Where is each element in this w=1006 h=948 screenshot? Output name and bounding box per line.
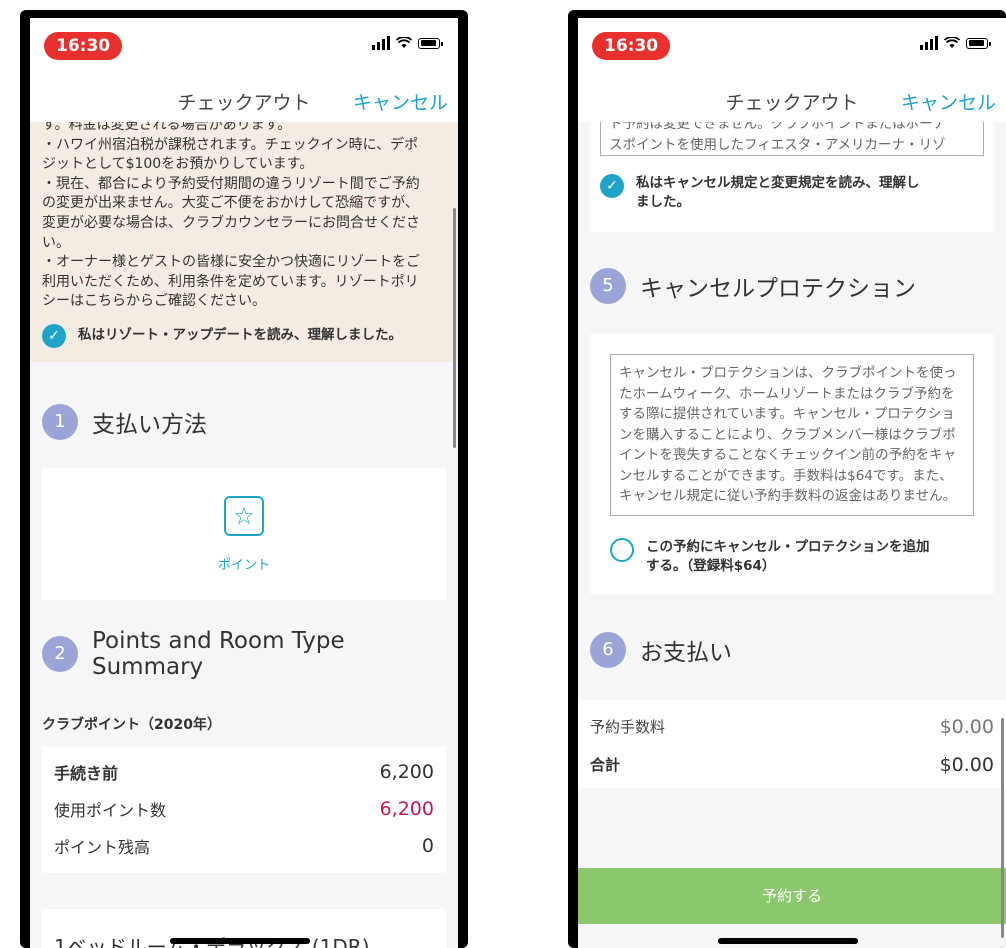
home-indicator[interactable]	[170, 938, 310, 944]
screen-left: 16:30 チェックアウト キャンセル す。料金は変更される場合があります。 ・…	[30, 18, 458, 948]
protect-line: ンセルすることができます。手数料は$64です。また、	[619, 467, 953, 484]
points-summary-card: 手続き前 6,200 使用ポイント数 6,200 ポイント残高 0	[42, 745, 446, 873]
empty-checkbox-icon	[610, 537, 634, 562]
row-value: 6,200	[379, 761, 434, 784]
nav-bar: チェックアウト キャンセル	[578, 78, 1006, 122]
cancellation-ack-label: ました。	[636, 194, 690, 210]
step-number: 5	[590, 268, 626, 304]
notice-line: ジットとして$100をお預かりしています。	[42, 156, 314, 173]
signal-icon	[372, 36, 390, 50]
step-number: 1	[42, 403, 78, 440]
status-icons	[920, 36, 991, 50]
notice-line: シーはこちらからご確認ください。	[42, 293, 266, 310]
status-bar: 16:30	[578, 18, 1006, 78]
cancellation-terms-text: ト予約は変更できません。クラブポイントまたはボーナ スポイントを使用したフィエス…	[600, 122, 984, 156]
protect-line: ンを購入することにより、クラブメンバー様はクラブポ	[619, 426, 956, 443]
add-cancel-protection-checkbox[interactable]: この予約にキャンセル・プロテクションを追加 する。（登録料$64）	[610, 537, 974, 576]
checkmark-icon: ✓	[600, 174, 624, 198]
status-time: 16:30	[592, 32, 671, 60]
notice-line: す。料金は変更される場合があります。	[42, 122, 292, 133]
fee-value: $0.00	[939, 715, 994, 738]
screen-right: 16:30 チェックアウト キャンセル ト予約は変更できません。クラブポイントま…	[578, 18, 1006, 948]
resort-update-notice: す。料金は変更される場合があります。 ・ハワイ州宿泊税が課税されます。チェックイ…	[30, 122, 458, 362]
terms-line: スポイントを使用したフィエスタ・アメリカーナ・リゾ	[609, 136, 946, 153]
status-icons	[372, 36, 443, 50]
notice-line: ・オーナー様とゲストの皆様に安全かつ快適にリゾートをご	[42, 254, 420, 271]
cancel-protection-card: キャンセル・プロテクションは、クラブポイントを使っ たホームウィーク、ホームリゾ…	[590, 334, 994, 594]
total-value: $0.00	[939, 753, 994, 776]
phone-left: 16:30 チェックアウト キャンセル す。料金は変更される場合があります。 ・…	[20, 10, 468, 948]
notice-line: 変更が必要な場合は、クラブカウンセラーにお問合せくださ	[42, 214, 420, 231]
add-protection-label: する。（登録料$64）	[646, 557, 776, 574]
checkmark-icon: ✓	[42, 323, 66, 348]
section-title: キャンセルプロテクション	[640, 276, 916, 302]
battery-icon	[418, 37, 443, 49]
protect-line: する際に提供されています。キャンセル・プロテクショ	[619, 406, 955, 422]
section-title: 支払い方法	[92, 411, 207, 438]
fee-label: 予約手数料	[590, 718, 666, 736]
scrollbar[interactable]	[453, 208, 456, 448]
status-bar: 16:30	[30, 18, 458, 78]
payment-method-card: ☆ ポイント	[42, 467, 446, 600]
cancellation-ack-checkbox[interactable]: ✓ 私はキャンセル規定と変更規定を読み、理解し ました。	[600, 174, 984, 212]
nav-cancel-button[interactable]: キャンセル	[353, 88, 448, 115]
protect-line: キャンセル・プロテクションは、クラブポイントを使っ	[619, 365, 957, 381]
section-title: お支払い	[640, 639, 732, 666]
resort-update-ack-checkbox[interactable]: ✓ 私はリゾート・アップデートを読み、理解しました。	[42, 323, 440, 348]
status-time: 16:30	[44, 32, 123, 60]
step-number: 6	[590, 631, 626, 668]
notice-line: ・ハワイ州宿泊税が課税されます。チェックイン時に、デポ	[42, 136, 419, 153]
reserve-button[interactable]: 予約する	[578, 868, 1006, 924]
notice-line: い。	[42, 234, 70, 251]
scrollbar[interactable]	[1001, 718, 1004, 938]
protect-line: キャンセル規定に従い予約手数料の返金はありません。	[619, 488, 957, 504]
payment-option-points[interactable]: ☆ ポイント	[42, 495, 446, 573]
total-row: 合計 $0.00	[578, 746, 1006, 784]
wifi-icon	[944, 37, 960, 48]
booking-fee-row: 予約手数料 $0.00	[578, 708, 1006, 746]
resort-update-ack-label: 私はリゾート・アップデートを読み、理解しました。	[78, 327, 402, 344]
row-label: 使用ポイント数	[54, 801, 167, 821]
terms-line: ト予約は変更できません。クラブポイントまたはボーナ	[609, 122, 947, 132]
notice-line: ・現在、都合により予約受付期間の違うリゾート間でご予約	[42, 175, 420, 192]
content-left: す。料金は変更される場合があります。 ・ハワイ州宿泊税が課税されます。チェックイ…	[30, 122, 458, 948]
notice-line: 利用いただくため、利用条件を定めています。リゾートポリ	[42, 273, 419, 290]
total-label: 合計	[590, 756, 621, 774]
row-value: 0	[421, 835, 434, 858]
section-payment-header: 6 お支払い	[578, 631, 1006, 668]
section-summary-header: 2 Points and Room Type Summary	[30, 628, 458, 680]
row-label: ポイント残高	[54, 838, 151, 858]
protect-line: イントを喪失することなくチェックイン前の予約をキャ	[619, 447, 957, 463]
step-number: 2	[42, 635, 78, 672]
nav-cancel-button[interactable]: キャンセル	[901, 88, 996, 115]
protect-line: たホームウィーク、ホームリゾートまたはクラブ予約を	[619, 385, 955, 402]
battery-icon	[966, 37, 991, 49]
phone-right: 16:30 チェックアウト キャンセル ト予約は変更できません。クラブポイントま…	[568, 10, 1006, 948]
star-icon: ☆	[224, 495, 264, 536]
section-cancel-protection-header: 5 キャンセルプロテクション	[578, 268, 1006, 304]
wifi-icon	[396, 37, 412, 48]
signal-icon	[920, 36, 938, 50]
payment-option-label: ポイント	[217, 557, 270, 573]
cancellation-ack-label: 私はキャンセル規定と変更規定を読み、理解し	[636, 175, 920, 191]
club-points-label: クラブポイント（2020年）	[42, 716, 221, 733]
content-right: ト予約は変更できません。クラブポイントまたはボーナ スポイントを使用したフィエス…	[578, 122, 1006, 948]
home-indicator[interactable]	[718, 938, 858, 944]
cancel-protection-text: キャンセル・プロテクションは、クラブポイントを使っ たホームウィーク、ホームリゾ…	[610, 354, 974, 516]
nav-bar: チェックアウト キャンセル	[30, 78, 458, 122]
row-value: 6,200	[379, 798, 434, 821]
payment-summary-card: 予約手数料 $0.00 合計 $0.00	[578, 699, 1006, 788]
points-balance-row: ポイント残高 0	[42, 828, 446, 865]
points-used-row: 使用ポイント数 6,200	[42, 791, 446, 828]
points-before-row: 手続き前 6,200	[42, 754, 446, 791]
row-label: 手続き前	[54, 764, 119, 784]
section-payment-method-header: 1 支払い方法	[30, 403, 458, 440]
add-protection-label: この予約にキャンセル・プロテクションを追加	[646, 538, 930, 555]
notice-line: の変更が出来ません。大変ご不便をおかけして恐縮ですが、	[42, 195, 419, 212]
cancellation-terms-card: ト予約は変更できません。クラブポイントまたはボーナ スポイントを使用したフィエス…	[590, 122, 994, 232]
section-title: Points and Room Type Summary	[92, 627, 345, 680]
